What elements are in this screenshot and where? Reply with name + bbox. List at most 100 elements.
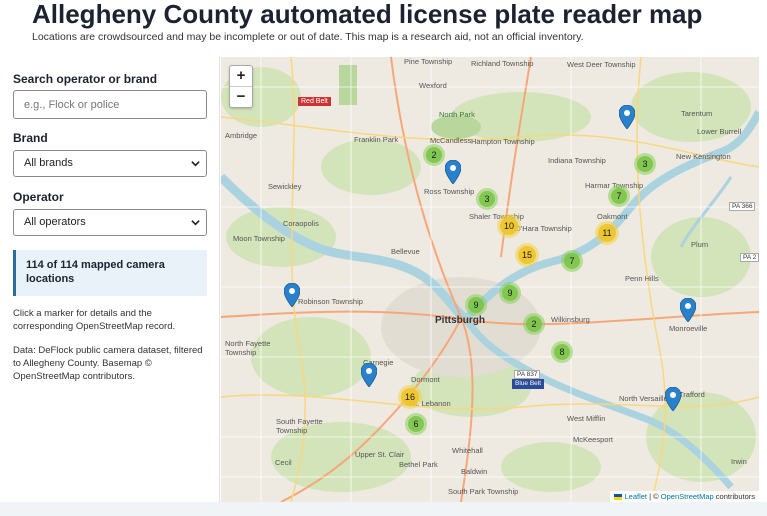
- camera-cluster[interactable]: 9: [465, 294, 487, 316]
- cluster-count: 7: [611, 188, 627, 204]
- place-label: Ambridge: [225, 131, 258, 140]
- map-view[interactable]: + − Pine Township Richland Township West…: [221, 57, 759, 502]
- belt-sign: Blue Belt: [512, 379, 545, 389]
- camera-cluster[interactable]: 7: [561, 250, 583, 272]
- place-label: Upper St. Clair: [355, 450, 405, 459]
- place-label: Wilkinsburg: [551, 315, 590, 324]
- place-label: Trafford: [679, 390, 705, 399]
- basemap: [221, 57, 759, 502]
- operator-select-value: All operators: [24, 216, 86, 228]
- cluster-count: 15: [518, 246, 536, 264]
- place-label: Coraopolis: [283, 219, 319, 228]
- place-label: Indiana Township: [548, 156, 606, 165]
- place-label: South Fayette Township: [276, 417, 323, 435]
- cluster-count: 3: [479, 191, 495, 207]
- place-label: Ross Township: [424, 187, 475, 196]
- place-label: Penn Hills: [625, 274, 659, 283]
- place-label: O'Hara Township: [515, 224, 572, 233]
- cluster-count: 10: [500, 217, 518, 235]
- place-label: Irwin: [731, 457, 747, 466]
- operator-select[interactable]: All operators: [13, 209, 207, 236]
- camera-cluster[interactable]: 8: [551, 341, 573, 363]
- chevron-down-icon: [191, 220, 200, 226]
- cluster-count: 7: [564, 253, 580, 269]
- place-label: North Park: [439, 110, 475, 119]
- operator-label: Operator: [13, 190, 64, 204]
- search-label: Search operator or brand: [13, 72, 158, 86]
- source-text: Data: DeFlock public camera dataset, fil…: [13, 345, 203, 382]
- cluster-count: 6: [408, 416, 424, 432]
- camera-cluster[interactable]: 10: [497, 214, 521, 238]
- place-label: West Mifflin: [567, 414, 606, 423]
- camera-cluster[interactable]: 3: [634, 153, 656, 175]
- camera-cluster[interactable]: 15: [515, 243, 539, 267]
- chevron-down-icon: [191, 161, 200, 167]
- brand-label: Brand: [13, 131, 48, 145]
- zoom-control: + −: [229, 65, 253, 108]
- camera-pin-icon[interactable]: [284, 283, 300, 307]
- camera-cluster[interactable]: 2: [423, 144, 445, 166]
- cluster-count: 2: [426, 147, 442, 163]
- place-label: Baldwin: [461, 467, 488, 476]
- cluster-count: 8: [554, 344, 570, 360]
- camera-pin-icon[interactable]: [680, 298, 696, 322]
- map-attribution: Leaflet | © OpenStreetMap contributors: [610, 491, 759, 502]
- leaflet-link[interactable]: Leaflet: [625, 492, 648, 501]
- place-label: Tarentum: [681, 109, 713, 118]
- place-label: Lower Burrell: [697, 127, 742, 136]
- camera-cluster[interactable]: 6: [405, 413, 427, 435]
- place-label: New Kensington: [676, 152, 731, 161]
- attribution-separator: | ©: [647, 492, 661, 501]
- cluster-count: 16: [401, 388, 419, 406]
- camera-cluster[interactable]: 3: [476, 188, 498, 210]
- page-subtitle: Locations are crowdsourced and may be in…: [32, 31, 584, 43]
- place-label: Monroeville: [669, 324, 708, 333]
- place-label: Wexford: [419, 81, 447, 90]
- place-label: Franklin Park: [354, 135, 399, 144]
- help-text: Click a marker for details and the corre…: [13, 308, 176, 332]
- route-shield: PA 837: [514, 370, 541, 379]
- ukraine-flag-icon: [614, 494, 623, 501]
- place-label: Oakmont: [597, 212, 628, 221]
- place-label: South Park Township: [448, 487, 519, 496]
- place-label: Bellevue: [391, 247, 420, 256]
- camera-pin-icon[interactable]: [361, 363, 377, 387]
- place-label: Bethel Park: [399, 460, 438, 469]
- place-label: Cecil: [275, 458, 292, 467]
- city-label: Pittsburgh: [435, 315, 485, 326]
- place-label: Plum: [691, 240, 709, 249]
- brand-select[interactable]: All brands: [13, 150, 207, 177]
- place-label: Richland Township: [471, 59, 534, 68]
- place-label: McKeesport: [573, 435, 614, 444]
- attribution-tail: contributors: [713, 492, 755, 501]
- zoom-out-button[interactable]: −: [230, 86, 252, 107]
- camera-cluster[interactable]: 9: [499, 282, 521, 304]
- cluster-count: 3: [637, 156, 653, 172]
- brand-select-value: All brands: [24, 157, 73, 169]
- camera-cluster[interactable]: 2: [523, 313, 545, 335]
- place-label: Moon Township: [233, 234, 285, 243]
- place-label: Robinson Township: [298, 297, 363, 306]
- place-label: Whitehall: [452, 446, 483, 455]
- cluster-count: 9: [502, 285, 518, 301]
- camera-cluster[interactable]: 11: [595, 221, 619, 245]
- search-input[interactable]: [13, 90, 207, 119]
- osm-link[interactable]: OpenStreetMap: [661, 492, 714, 501]
- footer-strip: [0, 502, 767, 516]
- camera-cluster[interactable]: 16: [398, 385, 422, 409]
- place-label: Dormont: [411, 375, 440, 384]
- place-label: West Deer Township: [567, 60, 636, 69]
- zoom-in-button[interactable]: +: [230, 66, 252, 86]
- camera-pin-icon[interactable]: [619, 105, 635, 129]
- place-label: Pine Township: [404, 57, 453, 66]
- page-title: Allegheny County automated license plate…: [32, 0, 703, 29]
- result-count: 114 of 114 mapped camera locations: [13, 250, 207, 296]
- camera-cluster[interactable]: 7: [608, 185, 630, 207]
- camera-pin-icon[interactable]: [445, 160, 461, 184]
- cluster-count: 11: [598, 224, 616, 242]
- cluster-count: 2: [526, 316, 542, 332]
- place-label: Sewickley: [268, 182, 302, 191]
- camera-pin-icon[interactable]: [665, 387, 681, 411]
- route-shield: PA 2: [740, 253, 759, 262]
- route-shield: PA 366: [729, 202, 756, 211]
